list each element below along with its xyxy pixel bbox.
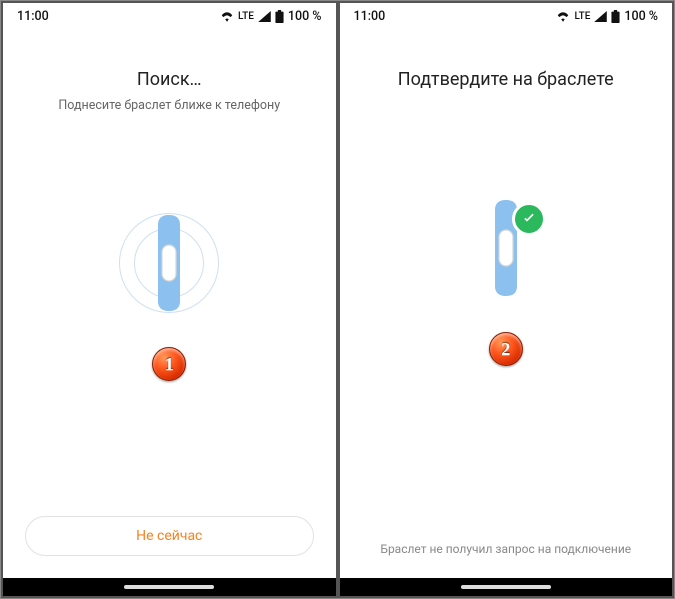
status-time: 11:00 xyxy=(354,9,386,24)
status-time: 11:00 xyxy=(17,9,49,24)
status-network: LTE xyxy=(574,11,590,22)
android-nav[interactable] xyxy=(3,578,336,596)
screen-searching: Поиск… Поднесите браслет ближе к телефон… xyxy=(3,29,336,578)
screen-confirm: Подтвердите на браслете 2 Браслет не пол… xyxy=(340,29,673,578)
wifi-icon xyxy=(220,11,234,22)
step-badge: 2 xyxy=(489,332,523,366)
signal-icon xyxy=(258,11,271,22)
band-illustration xyxy=(99,193,239,333)
android-nav[interactable] xyxy=(340,578,673,596)
checkmark-icon xyxy=(512,202,546,236)
phone-right: 11:00 LTE 100 % Подтвердите на браслете … xyxy=(338,1,675,598)
signal-icon xyxy=(594,11,607,22)
page-subtitle: Поднесите браслет ближе к телефону xyxy=(58,98,280,113)
band-illustration xyxy=(436,178,576,318)
band-icon xyxy=(150,215,188,311)
battery-icon xyxy=(275,10,284,23)
step-badge: 1 xyxy=(152,347,186,381)
not-now-button[interactable]: Не сейчас xyxy=(25,516,314,556)
connection-status-text: Браслет не получил запрос на подключение xyxy=(380,542,631,556)
phone-left: 11:00 LTE 100 % Поиск… Поднесите браслет… xyxy=(1,1,338,598)
statusbar: 11:00 LTE 100 % xyxy=(340,3,673,29)
statusbar: 11:00 LTE 100 % xyxy=(3,3,336,29)
status-network: LTE xyxy=(238,11,254,22)
nav-handle[interactable] xyxy=(124,585,214,589)
wifi-icon xyxy=(556,11,570,22)
status-battery: 100 % xyxy=(624,9,658,24)
status-battery: 100 % xyxy=(288,9,322,24)
battery-icon xyxy=(611,10,620,23)
page-title: Поиск… xyxy=(137,69,202,90)
page-title: Подтвердите на браслете xyxy=(398,69,614,90)
nav-handle[interactable] xyxy=(461,585,551,589)
